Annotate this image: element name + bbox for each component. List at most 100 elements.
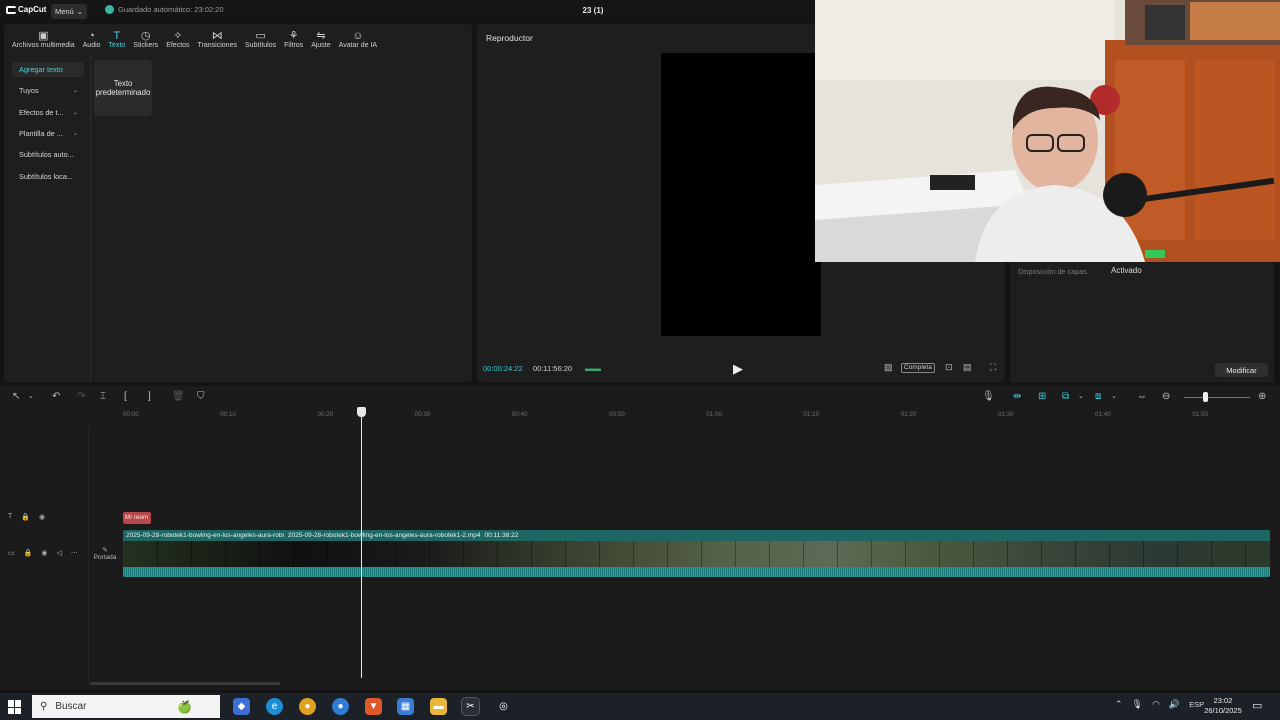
video-clip[interactable]: 2025-09-28-robotek1-bowling-en-los-angel… <box>123 530 1270 577</box>
sidebar-item[interactable]: Subtítulos auto... <box>12 147 84 162</box>
fit-timeline-icon[interactable]: ⇔ <box>1137 391 1147 403</box>
audio-icon[interactable]: ◁ <box>56 549 61 557</box>
chrome-icon[interactable]: ● <box>299 698 316 715</box>
zoom-in-icon[interactable]: ⊕ <box>1258 391 1266 403</box>
sidebar-item[interactable]: Agregar texto <box>12 62 84 77</box>
snapshot-icon[interactable]: ▨ <box>884 362 893 373</box>
aspect-icon[interactable]: ▤ <box>963 362 972 373</box>
microphone-icon[interactable]: 🎙 <box>982 391 995 403</box>
marker-icon[interactable]: ⛉ <box>197 391 205 403</box>
filter-icon: ⚘ <box>288 29 299 42</box>
menu-button[interactable]: Menú ⌄ <box>51 4 87 19</box>
obs-icon[interactable]: ◎ <box>495 698 512 715</box>
tab-label: Audio <box>82 41 101 49</box>
zoom-out-icon[interactable]: ⊖ <box>1162 391 1170 403</box>
default-text-card[interactable]: Texto predeterminado <box>94 60 152 116</box>
thumbnail-separator <box>531 541 532 567</box>
tab-audio[interactable]: ◔ Audio <box>79 24 105 54</box>
playhead[interactable] <box>361 408 362 678</box>
file-explorer-icon[interactable]: ▬ <box>430 698 447 715</box>
audio-meter-icon: ▬▬ <box>585 364 601 373</box>
ruler-tick-label: 01:20 <box>900 411 917 418</box>
layer-layout-value[interactable]: Activado <box>1111 266 1142 275</box>
chrome-profile-icon[interactable]: ● <box>332 698 349 715</box>
sidebar-item[interactable]: Efectos de t... ⌄ <box>12 105 84 120</box>
trim-left-icon[interactable]: [ <box>124 391 127 403</box>
timeline: ↖ ⌄ ↶ ↷ ⌶ [ ] 🗑 ⛉ 🎙 ⇹ ⊞ ⧉ ⌄ ⧈ ⌄ ⇔ ⊖ ⊕ 00… <box>0 386 1280 690</box>
modify-button[interactable]: Modificar <box>1215 363 1268 377</box>
search-highlight-icon[interactable]: 🍏 <box>176 698 193 715</box>
store-icon[interactable]: ▦ <box>397 698 414 715</box>
chevron-down-icon[interactable]: ⌄ <box>1111 391 1117 403</box>
eye-icon[interactable]: ◉ <box>39 513 45 521</box>
redo-icon[interactable]: ↷ <box>77 391 85 403</box>
video-preview[interactable] <box>661 53 821 336</box>
webcam-image <box>815 0 1280 262</box>
current-time: 00:00:24:22 <box>483 364 523 373</box>
crop-icon[interactable]: ⊡ <box>945 362 953 373</box>
clip-name: 2025-09-28-robotek1-bowling-en-los-angel… <box>287 532 481 539</box>
tab-text[interactable]: T Texto <box>105 24 130 54</box>
thumbnail-separator <box>633 541 634 567</box>
tab-filter[interactable]: ⚘ Filtros <box>280 24 307 54</box>
sidebar-item[interactable]: Tuyos ⌄ <box>12 83 84 98</box>
text-clip[interactable]: Mi reem <box>123 512 151 524</box>
tab-subtitles[interactable]: ▭ Subtítulos <box>241 24 280 54</box>
notification-icon[interactable]: ▭ <box>1252 699 1262 712</box>
undo-icon[interactable]: ↶ <box>52 391 60 403</box>
trim-right-icon[interactable]: ] <box>148 391 151 403</box>
video-track-icon: ▭ <box>8 550 15 557</box>
tab-ai-avatar[interactable]: ☺ Avatar de IA <box>335 24 381 54</box>
brave-icon[interactable]: ▼ <box>365 698 382 715</box>
volume-icon[interactable]: 🔊 <box>1169 699 1180 710</box>
playhead-handle[interactable] <box>357 407 366 417</box>
horizontal-scrollbar[interactable] <box>90 682 280 685</box>
wifi-icon[interactable]: ◠ <box>1152 699 1160 710</box>
thumbnail-separator <box>905 541 906 567</box>
thumbnail-separator <box>701 541 702 567</box>
ai-avatar-icon: ☺ <box>352 29 364 42</box>
ratio-button[interactable]: Completa <box>901 363 935 373</box>
thumbnail-separator <box>463 541 464 567</box>
cover-button[interactable]: ✎ Portada <box>91 540 119 566</box>
split-icon[interactable]: ⌶ <box>100 391 106 403</box>
chevron-down-icon[interactable]: ⌄ <box>1078 391 1084 403</box>
chevron-up-icon[interactable]: ⌃ <box>1115 699 1123 710</box>
delete-icon[interactable]: 🗑 <box>172 391 185 403</box>
chevron-down-icon[interactable]: ⌄ <box>28 391 34 403</box>
windows-start-icon[interactable] <box>8 700 22 714</box>
link-icon[interactable]: ⧉ <box>1062 391 1069 403</box>
more-icon[interactable]: ⋯ <box>71 549 78 557</box>
preview-axis-icon[interactable]: ⧈ <box>1095 391 1101 403</box>
sidebar-item[interactable]: Plantilla de ... ⌄ <box>12 126 84 141</box>
time-ruler[interactable]: 00:00 00:10 00:20 00:30 00:40 00:50 01:00 01:10… <box>120 408 1280 422</box>
fullscreen-icon[interactable]: ⛶ <box>990 362 996 373</box>
microphone-icon[interactable]: 🎙 <box>1132 699 1143 710</box>
select-tool-icon[interactable]: ↖ <box>12 391 20 403</box>
link-main-track-icon[interactable]: ⇹ <box>1013 391 1021 403</box>
lock-icon[interactable]: 🔒 <box>24 549 33 557</box>
tab-effects[interactable]: ✧ Efectos <box>162 24 193 54</box>
clock[interactable]: 23:02 26/10/2025 <box>1200 696 1246 716</box>
project-title[interactable]: 23 (1) <box>560 6 626 15</box>
sidebar-item-label: Efectos de t... <box>19 107 64 117</box>
chevron-down-icon: ⌄ <box>72 109 78 116</box>
capcut-taskbar-icon[interactable]: ✂ <box>461 697 480 716</box>
eye-icon[interactable]: ◉ <box>41 549 47 557</box>
tab-label: Stickers <box>133 41 159 49</box>
copilot-icon[interactable]: ◆ <box>233 698 250 715</box>
edge-icon[interactable]: e <box>266 698 283 715</box>
zoom-slider-handle[interactable] <box>1203 392 1208 402</box>
lock-icon[interactable]: 🔒 <box>21 513 30 521</box>
play-button[interactable]: ▶ <box>733 361 743 377</box>
tab-transition[interactable]: ⋈ Transiciones <box>194 24 241 54</box>
tab-sticker[interactable]: ◷ Stickers <box>129 24 162 54</box>
magnet-icon[interactable]: ⊞ <box>1038 391 1046 403</box>
sidebar-item[interactable]: Subtítulos loca... <box>12 169 84 184</box>
transition-icon: ⋈ <box>211 29 223 42</box>
zoom-slider[interactable] <box>1184 397 1250 398</box>
tab-media[interactable]: ▣ Archivos multimedia <box>8 24 79 54</box>
clip-duration: 00:11:38:22 <box>484 532 519 539</box>
tab-adjust[interactable]: ⇋ Ajuste <box>307 24 334 54</box>
edit-icon: ✎ <box>102 546 108 554</box>
